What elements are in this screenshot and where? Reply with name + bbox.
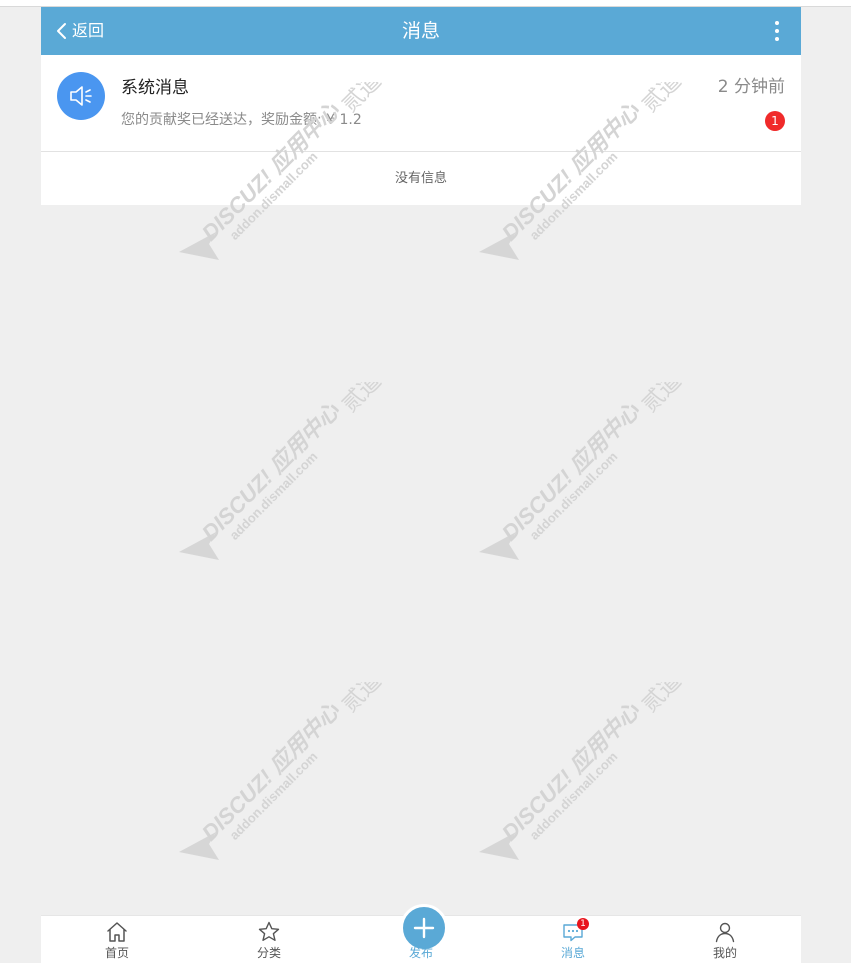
watermark-mark: 贰道 — [338, 682, 387, 718]
watermark-mark: 贰道 — [338, 382, 387, 418]
back-button[interactable]: 返回 — [55, 19, 104, 43]
watermark-brand: DISCUZ! 应用中心 — [197, 398, 345, 546]
tab-home[interactable]: 首页 — [41, 916, 193, 963]
watermark-logo-icon: DISCUZ! 应用中心addon.dismall.com 贰道 — [479, 669, 687, 860]
page: 返回 消息 系统消息 您的贡献奖已经送达，奖励金额: ¥ 1.2 2 分钟前 1… — [0, 0, 851, 963]
watermark-url: addon.dismall.com — [227, 749, 321, 843]
speaker-icon — [70, 86, 92, 106]
watermark-mark: 贰道 — [638, 682, 687, 718]
tab-mine[interactable]: 我的 — [649, 916, 801, 963]
chevron-left-icon — [57, 23, 66, 39]
watermark-logo-icon: DISCUZ! 应用中心addon.dismall.com 贰道 — [479, 369, 687, 560]
bottom-tab-bar: 首页 分类 发布 1 消息 我的 — [41, 904, 801, 963]
plus-icon — [413, 917, 435, 939]
star-icon — [255, 919, 283, 945]
app-container: 返回 消息 系统消息 您的贡献奖已经送达，奖励金额: ¥ 1.2 2 分钟前 1… — [41, 7, 801, 963]
message-preview: 您的贡献奖已经送达，奖励金额: ¥ 1.2 — [121, 112, 362, 128]
browser-top-edge — [0, 0, 851, 7]
watermark-logo-icon: DISCUZ! 应用中心addon.dismall.com 贰道 — [179, 669, 387, 860]
unread-badge: 1 — [765, 111, 785, 131]
watermark-url: addon.dismall.com — [527, 449, 621, 543]
more-dot-icon — [775, 37, 779, 41]
tab-mine-label: 我的 — [712, 946, 737, 960]
watermark: DISCUZ! 应用中心 addon.dismall.com 贰道 — [471, 369, 721, 602]
system-message-avatar — [57, 72, 105, 120]
watermark: DISCUZ! 应用中心 addon.dismall.com 贰道 — [171, 669, 421, 902]
tab-publish-label: 发布 — [408, 946, 433, 960]
tab-messages[interactable]: 1 消息 — [497, 916, 649, 963]
system-message-item[interactable]: 系统消息 您的贡献奖已经送达，奖励金额: ¥ 1.2 2 分钟前 1 — [41, 55, 801, 152]
watermark: DISCUZ! 应用中心 addon.dismall.com 贰道 — [471, 669, 721, 902]
message-title: 系统消息 — [121, 78, 189, 98]
watermark-brand: DISCUZ! 应用中心 — [497, 398, 645, 546]
tab-category-label: 分类 — [256, 946, 281, 960]
tab-category[interactable]: 分类 — [193, 916, 345, 963]
message-time: 2 分钟前 — [717, 77, 785, 97]
tab-messages-badge: 1 — [577, 918, 589, 930]
watermark-brand: DISCUZ! 应用中心 — [497, 698, 645, 846]
empty-message-row: 没有信息 — [41, 152, 801, 205]
user-icon — [711, 919, 739, 945]
tab-home-label: 首页 — [104, 946, 129, 960]
home-icon — [103, 919, 131, 945]
tab-messages-label: 消息 — [560, 946, 585, 960]
more-dot-icon — [775, 21, 779, 25]
page-title: 消息 — [401, 20, 440, 42]
watermark-brand: DISCUZ! 应用中心 — [197, 698, 345, 846]
more-menu-button[interactable] — [769, 19, 785, 43]
watermark: DISCUZ! 应用中心 addon.dismall.com 贰道 — [171, 369, 421, 602]
tab-publish[interactable]: 发布 — [345, 904, 497, 963]
watermark-mark: 贰道 — [638, 382, 687, 418]
header-bar: 返回 消息 — [41, 7, 801, 55]
watermark-url: addon.dismall.com — [527, 749, 621, 843]
more-dot-icon — [775, 29, 779, 33]
watermark-url: addon.dismall.com — [227, 449, 321, 543]
watermark-logo-icon: DISCUZ! 应用中心addon.dismall.com 贰道 — [179, 369, 387, 560]
back-label: 返回 — [72, 21, 105, 40]
